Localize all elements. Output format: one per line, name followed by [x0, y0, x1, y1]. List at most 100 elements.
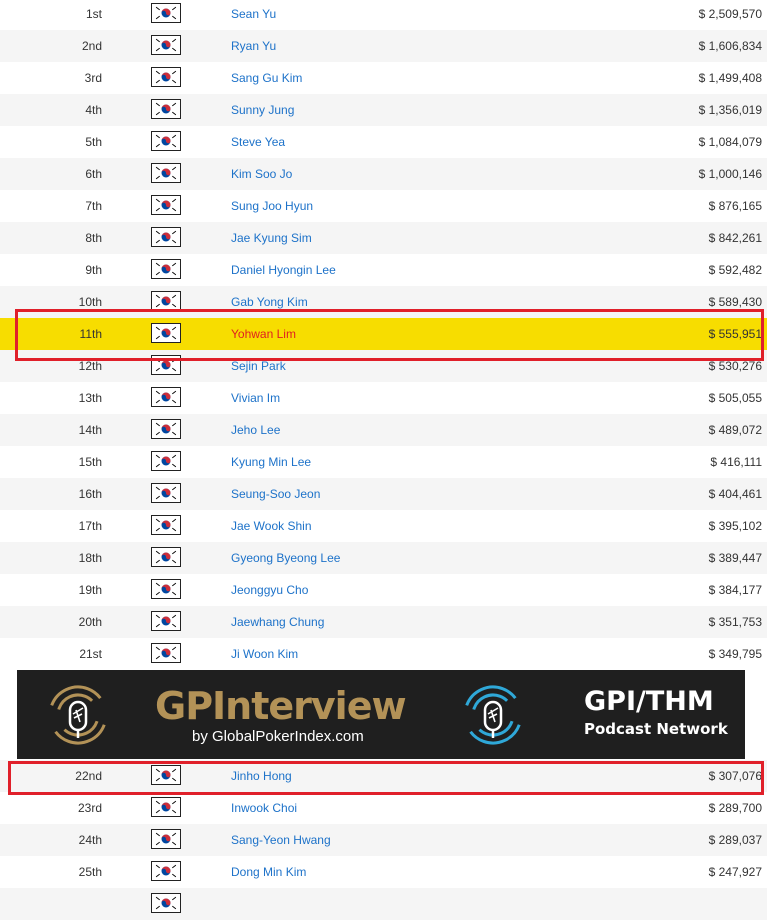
player-name-link[interactable]: Sang Gu Kim [231, 62, 302, 94]
rank-cell: 18th [78, 551, 102, 565]
player-name-link[interactable]: Kyung Min Lee [231, 446, 311, 478]
south-korea-flag-icon [152, 388, 180, 406]
table-row[interactable]: 3rd Sang Gu Kim $ 1,499,408 [0, 62, 767, 94]
south-korea-flag-icon [152, 228, 180, 246]
rank-cell: 1st [85, 7, 102, 21]
player-name-link[interactable]: Ji Woon Kim [231, 638, 298, 670]
player-name-link[interactable]: Sang-Yeon Hwang [231, 824, 331, 856]
winnings-cell: $ 530,276 [708, 359, 762, 373]
south-korea-flag-icon [152, 452, 180, 470]
player-name-link[interactable]: Inwook Choi [231, 792, 297, 824]
player-name-link[interactable]: Vivian Im [231, 382, 280, 414]
winnings-cell: $ 555,951 [708, 327, 762, 341]
flag-cell [151, 227, 181, 247]
south-korea-flag-icon [152, 830, 180, 848]
table-row[interactable]: 1st Sean Yu $ 2,509,570 [0, 0, 767, 30]
table-row[interactable]: 7th Sung Joo Hyun $ 876,165 [0, 190, 767, 222]
south-korea-flag-icon [152, 894, 180, 912]
table-row[interactable]: 8th Jae Kyung Sim $ 842,261 [0, 222, 767, 254]
player-name-link[interactable]: Ryan Yu [231, 30, 276, 62]
flag-cell [151, 323, 181, 343]
south-korea-flag-icon [152, 324, 180, 342]
table-row[interactable]: 11th Yohwan Lim $ 555,951 [0, 318, 767, 350]
rank-cell: 23rd [77, 801, 102, 815]
player-name-link[interactable]: Steve Yea [231, 126, 285, 158]
flag-cell [151, 765, 181, 785]
player-name-link[interactable]: Gab Yong Kim [231, 286, 308, 318]
player-name-link[interactable]: Gyeong Byeong Lee [231, 542, 340, 574]
player-name-link[interactable]: Jae Kyung Sim [231, 222, 312, 254]
table-row[interactable]: 17th Jae Wook Shin $ 395,102 [0, 510, 767, 542]
rank-cell: 7th [85, 199, 102, 213]
player-name-link[interactable]: Seung-Soo Jeon [231, 478, 320, 510]
player-name-link[interactable]: Jeho Lee [231, 414, 280, 446]
player-name-link[interactable]: Jaewhang Chung [231, 606, 324, 638]
flag-cell [151, 163, 181, 183]
player-name-link[interactable]: Jae Wook Shin [231, 510, 312, 542]
flag-cell [151, 579, 181, 599]
table-row[interactable]: 16th Seung-Soo Jeon $ 404,461 [0, 478, 767, 510]
south-korea-flag-icon [152, 798, 180, 816]
winnings-cell: $ 289,700 [708, 801, 762, 815]
player-name-link[interactable]: Sunny Jung [231, 94, 294, 126]
table-row[interactable] [0, 888, 767, 920]
winnings-cell: $ 416,111 [710, 455, 762, 469]
table-row[interactable]: 20th Jaewhang Chung $ 351,753 [0, 606, 767, 638]
table-row[interactable]: 19th Jeonggyu Cho $ 384,177 [0, 574, 767, 606]
winnings-cell: $ 1,084,079 [698, 135, 762, 149]
player-name-link[interactable]: Sejin Park [231, 350, 286, 382]
flag-cell [151, 195, 181, 215]
gpinterview-banner[interactable]: GPInterview by GlobalPokerIndex.com GPI/… [17, 670, 745, 759]
table-row[interactable]: 10th Gab Yong Kim $ 589,430 [0, 286, 767, 318]
player-name-link[interactable]: Sean Yu [231, 0, 276, 30]
flag-cell [151, 35, 181, 55]
rank-cell: 22nd [75, 769, 102, 783]
rank-cell: 21st [79, 647, 102, 661]
player-name-link[interactable]: Sung Joo Hyun [231, 190, 313, 222]
player-name-link[interactable]: Yohwan Lim [231, 318, 296, 350]
rank-cell: 19th [78, 583, 102, 597]
flag-cell [151, 643, 181, 663]
table-row[interactable]: 14th Jeho Lee $ 489,072 [0, 414, 767, 446]
player-name-link[interactable]: Kim Soo Jo [231, 158, 292, 190]
table-row[interactable]: 15th Kyung Min Lee $ 416,111 [0, 446, 767, 478]
table-row[interactable]: 5th Steve Yea $ 1,084,079 [0, 126, 767, 158]
flag-cell [151, 387, 181, 407]
table-row[interactable]: 13th Vivian Im $ 505,055 [0, 382, 767, 414]
winnings-cell: $ 349,795 [708, 647, 762, 661]
winnings-cell: $ 589,430 [708, 295, 762, 309]
winnings-cell: $ 351,753 [708, 615, 762, 629]
south-korea-flag-icon [152, 612, 180, 630]
table-row[interactable]: 22nd Jinho Hong $ 307,076 [0, 760, 767, 792]
winnings-cell: $ 289,037 [708, 833, 762, 847]
player-name-link[interactable]: Jinho Hong [231, 760, 292, 792]
table-row[interactable]: 9th Daniel Hyongin Lee $ 592,482 [0, 254, 767, 286]
rank-cell: 24th [78, 833, 102, 847]
south-korea-flag-icon [152, 356, 180, 374]
rank-cell: 16th [78, 487, 102, 501]
player-name-link[interactable]: Jeonggyu Cho [231, 574, 308, 606]
winnings-cell: $ 2,509,570 [698, 7, 762, 21]
table-row[interactable]: 23rd Inwook Choi $ 289,700 [0, 792, 767, 824]
table-row[interactable]: 6th Kim Soo Jo $ 1,000,146 [0, 158, 767, 190]
south-korea-flag-icon [152, 420, 180, 438]
south-korea-flag-icon [152, 766, 180, 784]
south-korea-flag-icon [152, 580, 180, 598]
table-row[interactable]: 21st Ji Woon Kim $ 349,795 [0, 638, 767, 670]
table-row[interactable]: 24th Sang-Yeon Hwang $ 289,037 [0, 824, 767, 856]
flag-cell [151, 797, 181, 817]
player-name-link[interactable]: Dong Min Kim [231, 856, 306, 888]
winnings-cell: $ 1,499,408 [698, 71, 762, 85]
rank-cell: 6th [85, 167, 102, 181]
table-row[interactable]: 25th Dong Min Kim $ 247,927 [0, 856, 767, 888]
table-row[interactable]: 4th Sunny Jung $ 1,356,019 [0, 94, 767, 126]
table-row[interactable]: 2nd Ryan Yu $ 1,606,834 [0, 30, 767, 62]
rank-cell: 14th [78, 423, 102, 437]
table-row[interactable]: 18th Gyeong Byeong Lee $ 389,447 [0, 542, 767, 574]
player-name-link[interactable]: Daniel Hyongin Lee [231, 254, 336, 286]
south-korea-flag-icon [152, 644, 180, 662]
flag-cell [151, 515, 181, 535]
table-row[interactable]: 12th Sejin Park $ 530,276 [0, 350, 767, 382]
winnings-cell: $ 1,606,834 [698, 39, 762, 53]
winnings-cell: $ 389,447 [708, 551, 762, 565]
